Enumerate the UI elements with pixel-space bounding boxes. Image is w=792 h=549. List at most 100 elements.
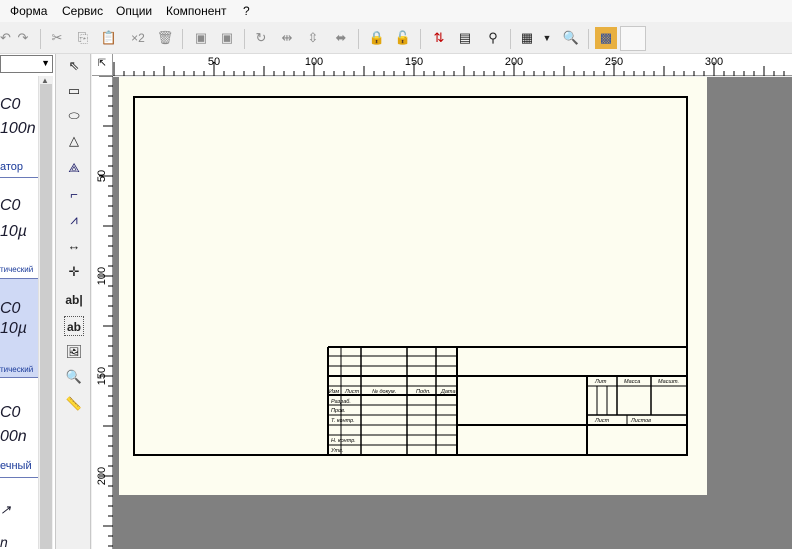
- ruler-label: 200: [96, 466, 108, 486]
- ruler-icon[interactable]: 📏: [64, 394, 84, 414]
- dimension-icon[interactable]: ↔: [64, 236, 84, 256]
- divider: [0, 477, 38, 478]
- horizontal-ruler: 50 100 150 200 250 300: [113, 54, 792, 76]
- label-lit: Лит: [594, 379, 607, 385]
- bring-front-icon[interactable]: ▣: [190, 27, 212, 49]
- label-data: Дата: [440, 389, 456, 395]
- chevron-down-icon[interactable]: ▼: [540, 27, 554, 49]
- grid-icon[interactable]: ▦: [516, 27, 538, 49]
- unlock-icon[interactable]: 🔓: [392, 27, 414, 49]
- ruler-label: 250: [604, 56, 624, 68]
- component-value: 00n: [0, 428, 27, 445]
- ruler-label: 150: [96, 366, 108, 386]
- image-icon[interactable]: 🖼: [64, 342, 84, 362]
- rectangle-icon[interactable]: ▭: [64, 81, 84, 101]
- chevron-down-icon: ▼: [41, 58, 50, 68]
- divider: [0, 377, 38, 378]
- textbox-icon[interactable]: ab: [64, 316, 84, 336]
- menu-item-servis[interactable]: Сервис: [62, 4, 103, 18]
- delete-icon[interactable]: 🗑: [154, 27, 176, 49]
- menu-item-help[interactable]: ?: [243, 4, 250, 18]
- text-icon[interactable]: ab|: [64, 290, 84, 310]
- line-icon[interactable]: ⩘: [64, 210, 84, 230]
- duplicate-button[interactable]: ×2: [126, 27, 150, 49]
- drawing-frame: Изм Лист № докум. Подп. Дата Разраб. Про…: [133, 96, 688, 456]
- scrollbar-thumb[interactable]: [40, 84, 52, 549]
- polygon-icon[interactable]: △: [64, 131, 84, 151]
- color-swatch[interactable]: [620, 26, 646, 51]
- label-listov: Листов: [630, 418, 651, 424]
- ruler-label: 50: [96, 169, 108, 183]
- toolbar-separator: [358, 29, 359, 49]
- component-name: C0: [0, 404, 21, 421]
- probe-icon: ↗: [0, 502, 11, 517]
- menu-item-opcii[interactable]: Опции: [116, 4, 152, 18]
- component-caption: атор: [0, 161, 24, 173]
- color-icon[interactable]: ▩: [595, 27, 617, 49]
- ruler-label: 300: [704, 56, 724, 68]
- category-select[interactable]: ▼: [0, 55, 53, 73]
- label-massa: Масса: [624, 379, 640, 385]
- ruler-label: 100: [304, 56, 324, 68]
- component-name: C0: [0, 197, 21, 214]
- label-masshtab: Масшт.: [658, 379, 679, 385]
- ruler-label: 50: [207, 56, 221, 68]
- find-icon[interactable]: ⚲: [482, 27, 504, 49]
- component-value: n: [0, 534, 8, 549]
- undo-icon[interactable]: ↶: [0, 27, 11, 49]
- send-back-icon[interactable]: ▣: [216, 27, 238, 49]
- lock-icon[interactable]: 🔒: [366, 27, 388, 49]
- numbering-icon[interactable]: ⇅: [428, 27, 450, 49]
- pointer-icon[interactable]: ⇖: [64, 56, 84, 76]
- component-value: 10µ: [0, 320, 28, 337]
- flip-icon[interactable]: ⬌: [330, 27, 352, 49]
- panel-scrollbar[interactable]: ▲: [38, 76, 53, 549]
- copy-icon[interactable]: ⎘: [72, 27, 94, 49]
- polyline-icon[interactable]: ⌐: [64, 185, 84, 205]
- mirror-horizontal-icon[interactable]: ⇹: [276, 27, 298, 49]
- label-list: Лист: [344, 389, 360, 395]
- ellipse-icon[interactable]: ⬭: [64, 106, 84, 126]
- label-ndokum: № докум.: [372, 389, 396, 395]
- vertical-ruler: 50 100 150 200: [92, 76, 113, 549]
- mirror-vertical-icon[interactable]: ⇳: [302, 27, 324, 49]
- label-podp: Подп.: [416, 389, 431, 395]
- toolbar-separator: [588, 29, 589, 49]
- toolbar-separator: [420, 29, 421, 49]
- component-name: C0: [0, 96, 21, 113]
- rotate-icon[interactable]: ↻: [250, 27, 272, 49]
- menu-bar: Форма Сервис Опции Компонент ?: [0, 0, 792, 22]
- menu-item-forma[interactable]: Форма: [10, 4, 47, 18]
- bezier-icon[interactable]: ⟁: [64, 158, 84, 178]
- cut-icon[interactable]: ✂: [46, 27, 68, 49]
- label-nkontr: Н. контр.: [331, 438, 356, 444]
- drawing-sheet[interactable]: Изм Лист № докум. Подп. Дата Разраб. Про…: [119, 77, 707, 495]
- divider: [0, 177, 38, 178]
- label-utv: Утв.: [330, 448, 344, 454]
- component-name: C0: [0, 300, 21, 317]
- label-razrab: Разраб.: [331, 399, 351, 405]
- toolbar-separator: [510, 29, 511, 49]
- magnifier-icon[interactable]: 🔍: [64, 367, 84, 387]
- toolbar-separator: [244, 29, 245, 49]
- label-list2: Лист: [594, 418, 610, 424]
- drawing-workspace[interactable]: Изм Лист № докум. Подп. Дата Разраб. Про…: [113, 77, 792, 549]
- component-value: 10µ: [0, 223, 28, 240]
- paste-icon[interactable]: 📋: [98, 27, 120, 49]
- label-prov: Пров.: [331, 408, 346, 414]
- main-toolbar: ↶ ↷ ✂ ⎘ 📋 ×2 🗑 ▣ ▣ ↻ ⇹ ⇳ ⬌ 🔒 🔓 ⇅ ▤ ⚲ ▦ ▼…: [0, 24, 792, 54]
- point-icon[interactable]: ✛: [64, 262, 84, 282]
- ruler-label: 150: [404, 56, 424, 68]
- redo-icon[interactable]: ↷: [12, 27, 34, 49]
- component-caption: ечный: [0, 460, 32, 472]
- toolbar-separator: [40, 29, 41, 49]
- list-icon[interactable]: ▤: [454, 27, 476, 49]
- zoom-icon[interactable]: 🔍: [560, 27, 582, 49]
- ruler-label: 100: [96, 266, 108, 286]
- component-value: 100n: [0, 120, 36, 137]
- menu-item-komponent[interactable]: Компонент: [166, 4, 227, 18]
- toolbar-separator: [182, 29, 183, 49]
- ruler-corner-icon[interactable]: ⇱: [92, 54, 113, 76]
- component-caption: тический: [0, 265, 34, 274]
- ruler-label: 200: [504, 56, 524, 68]
